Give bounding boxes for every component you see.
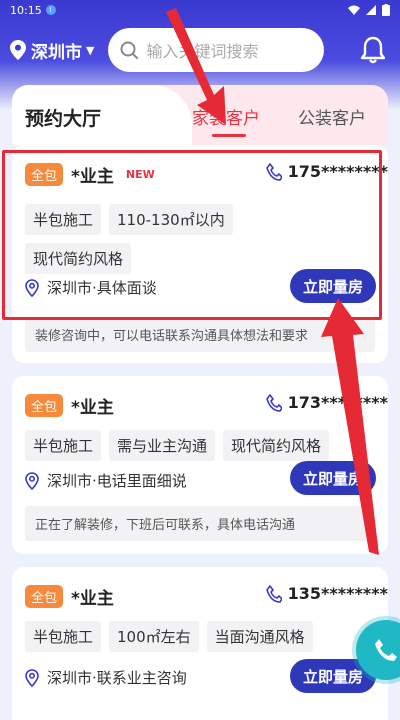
city-selector[interactable]: 深圳市 ▼ [10,38,94,63]
notification-dot-icon: ! [45,5,56,15]
highlight-box [2,150,382,320]
location-text: 深圳市·电话里面细说 [47,472,187,490]
wifi-icon [348,5,360,15]
customer-tabs: 预约大厅 家装客户 公装客户 [12,85,388,145]
tag-list: 半包施工 需与业主沟通 现代简约风格 [25,430,365,461]
appointment-card[interactable]: 全包 *业主 173******** 半包施工 需与业主沟通 现代简约风格 深圳… [12,376,388,554]
battery-icon [382,4,390,16]
caret-down-icon: ▼ [86,43,95,57]
tag-list: 半包施工 100㎡左右 当面沟通风格 [25,621,365,652]
location: 深圳市·电话里面细说 [25,470,187,491]
phone-call-icon [375,639,397,661]
phone-icon [265,393,282,412]
location-pin-icon [10,40,26,60]
phone-text: 173******** [287,393,388,412]
top-header: 深圳市 ▼ 输入关键词搜索 [0,26,400,74]
city-name: 深圳市 [31,42,82,63]
search-input[interactable]: 输入关键词搜索 [108,28,325,72]
tab-home-customers[interactable]: 家装客户 [192,104,260,129]
bell-icon[interactable] [360,36,386,64]
page-title: 预约大厅 [25,108,102,130]
tab-public-customers[interactable]: 公装客户 [298,104,366,129]
description: 装修咨询中，可以电话联系沟通具体想法和要求 [25,317,375,352]
description: 正在了解装修，下班后可联系，具体电话沟通 [25,506,375,541]
location-text: 深圳市·联系业主咨询 [47,669,187,687]
phone-icon [265,584,282,603]
card-header: 全包 *业主 [25,584,126,609]
status-time: 10:15 [10,3,42,17]
appointment-card[interactable]: 全包 *业主 135******** 半包施工 100㎡左右 当面沟通风格 深圳… [12,567,388,720]
phone-number[interactable]: 173******** [265,393,388,412]
status-bar: 10:15 ! [0,0,400,20]
search-placeholder: 输入关键词搜索 [146,42,259,61]
tag: 当面沟通风格 [206,621,313,652]
tag: 需与业主沟通 [109,430,216,461]
owner-name: *业主 [71,398,114,418]
phone-number[interactable]: 135******** [265,584,388,603]
location: 深圳市·联系业主咨询 [25,667,187,688]
owner-name: *业主 [71,589,114,609]
tag: 半包施工 [25,621,102,652]
tag: 半包施工 [25,430,102,461]
phone-text: 135******** [287,584,388,603]
signal-icon [366,5,376,15]
tag: 现代简约风格 [223,430,330,461]
tag: 100㎡左右 [109,621,199,652]
location-icon [25,668,39,687]
search-icon [120,41,139,59]
card-header: 全包 *业主 [25,393,126,418]
measure-now-button[interactable]: 立即量房 [290,461,376,495]
package-badge: 全包 [25,394,64,417]
package-badge: 全包 [25,585,64,608]
active-tab-indicator [212,134,246,137]
location-icon [25,471,39,490]
